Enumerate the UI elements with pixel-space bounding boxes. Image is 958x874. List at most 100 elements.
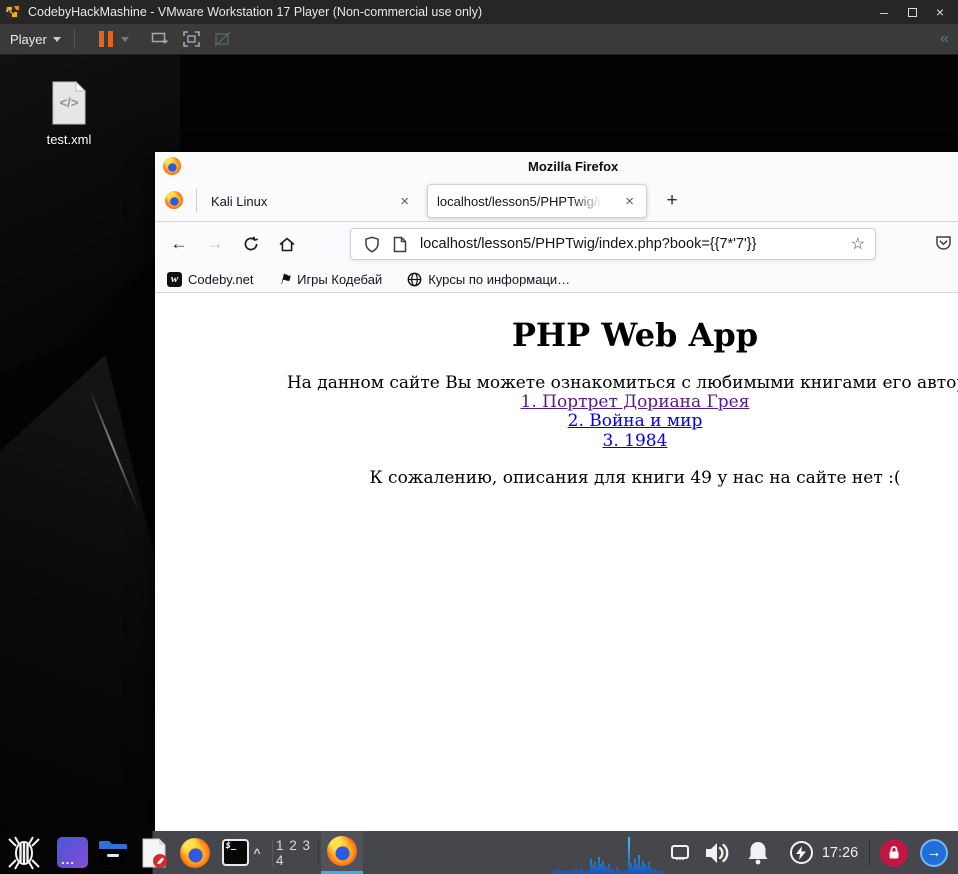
tab-kali-linux[interactable]: Kali Linux × [203,184,421,218]
bookmarks-toolbar: w Codeby.net ⚑ Игры Кодебай Курсы по инф… [155,266,958,293]
taskbar-divider [869,839,870,866]
not-found-message: К сожалению, описания для книги 49 у нас… [369,467,901,488]
firefox-view-button[interactable] [165,191,183,209]
page-title: PHP Web App [511,316,759,354]
text-editor-button[interactable] [134,831,174,874]
wallpaper-facet [0,355,170,831]
home-icon [279,237,295,251]
vmware-toolbar: Player « [0,24,958,55]
xml-file-icon: </> [52,80,87,125]
vmware-window-controls: – × [870,0,954,24]
unity-mode-icon [214,31,231,47]
web-page: PHP Web App На данном сайте Вы можете оз… [155,294,958,831]
session-menu-button[interactable]: → [916,831,952,874]
codeby-favicon: w [167,271,182,287]
pocket-icon [936,236,951,250]
volume-button[interactable] [700,831,736,874]
bookmark-games[interactable]: ⚑ Игры Кодебай [279,272,383,287]
fullscreen-icon[interactable] [182,30,201,48]
tab-divider [196,189,197,213]
taskbar: ... $_ ^ 1 2 3 4 17:26 → [0,831,958,874]
tab-label: Kali Linux [211,193,268,209]
app-launcher-button[interactable]: ... [52,831,92,874]
books-list: На данном сайте Вы можете ознакомиться с… [155,373,958,451]
folder-icon [99,840,127,865]
page-info-icon[interactable] [393,236,407,253]
speaker-icon [706,842,729,863]
launcher-expand-chevron[interactable]: ^ [247,831,267,874]
firefox-logo-icon [180,837,210,868]
network-graph [552,831,664,874]
globe-icon [407,272,422,286]
app-window-icon: ... [56,837,88,868]
player-menu-label: Player [10,31,47,47]
taskbar-divider [272,839,273,866]
firefox-logo-icon [163,157,181,175]
collapse-toolbar-icon[interactable]: « [940,30,949,48]
terminal-icon: $_ [221,839,249,866]
power-manager-button[interactable] [786,831,816,874]
firefox-logo-icon [327,836,357,866]
logout-arrow-icon: → [920,838,948,867]
book-link[interactable]: 2. Война и мир [568,411,703,431]
new-tab-button[interactable]: + [658,187,686,215]
text-editor-icon [142,838,167,868]
lock-icon [880,838,908,867]
vmware-titlebar: CodebyHackMashine - VMware Workstation 1… [0,0,958,24]
toolbar-divider [73,29,75,49]
back-button[interactable]: ← [166,231,192,257]
forward-button: → [206,234,224,253]
maximize-button[interactable] [898,0,926,24]
tab-close-icon[interactable]: × [621,192,638,211]
firefox-window: Mozilla Firefox Kali Linux × localhost/l… [155,152,958,831]
screen: CodebyHackMashine - VMware Workstation 1… [0,0,958,874]
home-button[interactable] [274,231,300,257]
applications-menu-button[interactable] [0,831,48,874]
book-link[interactable]: 1. Портрет Дориана Грея [521,392,750,412]
tab-close-icon[interactable]: × [396,192,413,211]
suspend-options-chevron-icon[interactable] [120,36,129,42]
minimize-button[interactable]: – [870,0,898,24]
power-icon [789,841,813,864]
firefox-launcher-button[interactable] [175,831,215,874]
tracking-shield-icon[interactable] [364,236,380,253]
chevron-down-icon [52,36,61,42]
firefox-window-title: Mozilla Firefox [528,159,619,174]
svg-text:</>: </> [60,95,79,110]
tab-label: localhost/lesson5/PHPTwig/i [437,193,601,209]
url-input[interactable]: localhost/lesson5/PHPTwig/index.php?book… [420,236,851,252]
desktop-icon-label: test.xml [46,132,92,147]
tab-localhost-active[interactable]: localhost/lesson5/PHPTwig/i × [427,184,647,218]
player-menu-button[interactable]: Player [0,24,70,54]
network-status-button[interactable] [666,831,694,874]
bell-icon [748,841,768,864]
navigation-toolbar: ← → localhost/lesson5/PHPTwig/index.php?… [155,222,958,266]
firefox-view-icon [165,191,183,209]
bookmark-label: Игры Кодебай [297,271,383,287]
screen-lock-button[interactable] [876,831,912,874]
bookmark-label: Курсы по информаци… [428,271,571,287]
notifications-button[interactable] [742,831,774,874]
ethernet-icon [671,844,689,860]
send-ctrl-alt-del-icon[interactable] [151,30,170,48]
intro-text: На данном сайте Вы можете ознакомиться с… [286,373,958,393]
url-bar[interactable]: localhost/lesson5/PHPTwig/index.php?book… [350,228,876,260]
reload-button[interactable] [238,231,264,257]
close-button[interactable]: × [926,0,954,24]
workspace-switcher[interactable]: 1 2 3 4 [276,831,318,874]
suspend-vm-button[interactable] [98,31,113,47]
vmware-window-title: CodebyHackMashine - VMware Workstation 1… [28,5,483,19]
desktop-icon-testxml[interactable]: </> test.xml [34,80,104,147]
kali-menu-icon [8,836,40,869]
firefox-titlebar: Mozilla Firefox [155,152,958,180]
file-manager-button[interactable] [93,831,133,874]
pocket-button[interactable] [934,234,953,257]
bookmark-label: Codeby.net [188,271,254,287]
bookmark-codeby[interactable]: w Codeby.net [167,271,254,287]
reload-icon [244,236,258,251]
firefox-taskbar-item[interactable] [321,831,363,874]
book-link[interactable]: 3. 1984 [603,431,668,451]
bookmark-star-icon[interactable]: ☆ [851,234,865,254]
bookmark-courses[interactable]: Курсы по информаци… [407,272,570,287]
clock[interactable]: 17:26 [817,831,863,874]
